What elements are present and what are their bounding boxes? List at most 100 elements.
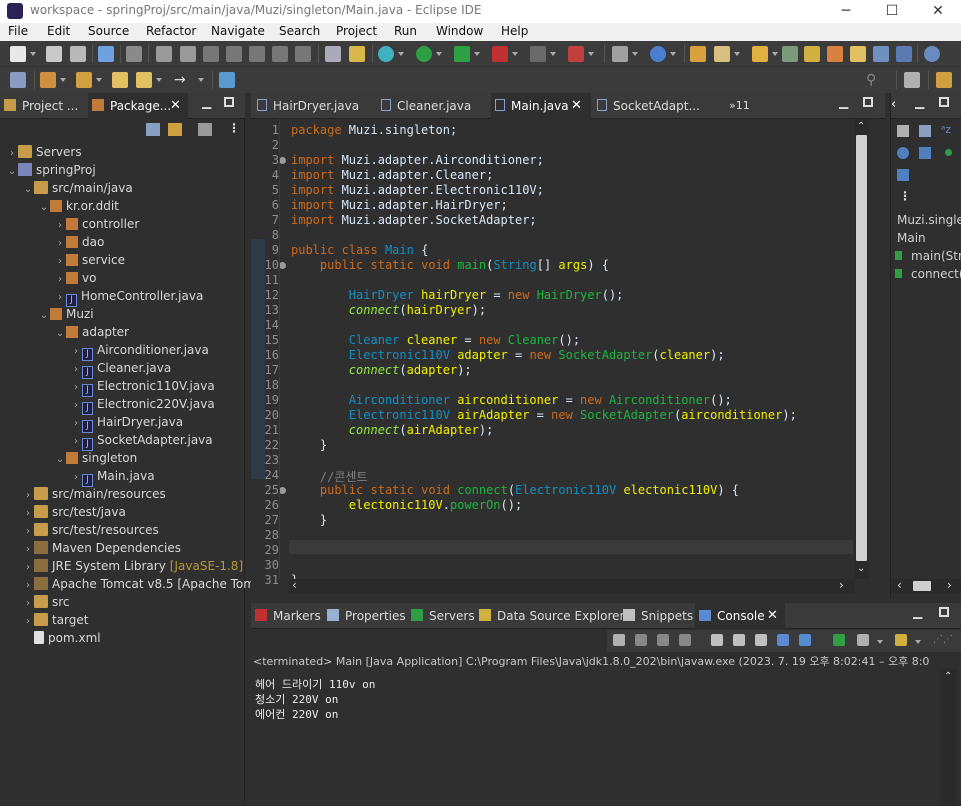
close-tab-icon[interactable]: ✕ bbox=[170, 93, 181, 119]
tree-item[interactable]: ⌄ kr.or.ddit bbox=[38, 197, 119, 215]
chevron-down-icon[interactable]: ⌄ bbox=[38, 199, 50, 217]
gear-run-icon[interactable] bbox=[10, 72, 26, 88]
tab-snippets[interactable]: Snippets bbox=[623, 603, 693, 629]
minimize-view-icon[interactable]: ▁ bbox=[202, 95, 211, 109]
step-return-icon[interactable] bbox=[295, 46, 311, 62]
menu-search[interactable]: Search bbox=[279, 24, 320, 38]
outline-hscrollbar[interactable]: ‹ › bbox=[891, 578, 961, 593]
scroll-right-icon[interactable]: › bbox=[839, 578, 844, 592]
console-scrollbar[interactable]: ⌃ bbox=[941, 669, 957, 806]
debug-icon[interactable] bbox=[378, 46, 394, 62]
globe-icon[interactable] bbox=[924, 46, 940, 62]
coverage-icon[interactable] bbox=[492, 46, 508, 62]
minimize-outline-icon[interactable]: ▁ bbox=[915, 95, 924, 109]
step-over-icon[interactable] bbox=[272, 46, 288, 62]
save-icon[interactable] bbox=[46, 46, 62, 62]
clear-console-icon[interactable] bbox=[711, 634, 723, 646]
horizontal-scrollbar[interactable]: ‹ › bbox=[289, 578, 854, 593]
tree-item[interactable]: › src bbox=[22, 593, 70, 611]
remove-all-icon[interactable] bbox=[679, 634, 691, 646]
outline-class[interactable]: Main bbox=[897, 231, 926, 245]
remove-launch-icon[interactable] bbox=[657, 634, 669, 646]
resume-icon[interactable] bbox=[156, 46, 172, 62]
highlight-icon[interactable] bbox=[804, 46, 820, 62]
task-icon[interactable] bbox=[349, 46, 365, 62]
hide-nonpublic-icon[interactable] bbox=[919, 147, 931, 159]
tree-item[interactable]: › JRE System Library [JavaSE-1.8] bbox=[22, 557, 243, 575]
tab-data-source-explorer[interactable]: Data Source Explorer bbox=[479, 603, 624, 629]
maximize-view-icon[interactable] bbox=[224, 97, 234, 107]
open-console-icon[interactable] bbox=[895, 634, 907, 646]
close-icon[interactable]: ✕ bbox=[915, 0, 961, 23]
terminate-console-icon[interactable] bbox=[635, 634, 647, 646]
tree-item[interactable]: ⌄ src/main/java bbox=[22, 179, 133, 197]
tree-item[interactable]: › src/test/resources bbox=[22, 521, 159, 539]
sort-az-icon[interactable]: ᵃz bbox=[941, 123, 951, 136]
scroll-lock-icon[interactable] bbox=[733, 634, 745, 646]
java-ee-perspective-icon[interactable] bbox=[936, 72, 952, 88]
run-server-icon[interactable] bbox=[454, 46, 470, 62]
last-edit-icon[interactable] bbox=[112, 72, 128, 88]
show-stdout-icon[interactable] bbox=[777, 634, 789, 646]
back-icon[interactable] bbox=[136, 72, 152, 88]
tab-socketadapter-java[interactable]: SocketAdapt... bbox=[597, 93, 709, 119]
tree-item[interactable]: › J HomeController.java bbox=[54, 287, 203, 307]
scroll-left-icon[interactable]: ‹ bbox=[897, 578, 902, 592]
outline-tab-chevron-icon[interactable]: ‹ bbox=[891, 97, 896, 112]
code-area[interactable]: 1 package Muzi.singleton; 2 3 import Muzi.ad… bbox=[251, 119, 851, 587]
minimize-console-icon[interactable]: ▁ bbox=[913, 605, 922, 619]
scroll-left-icon[interactable]: ‹ bbox=[292, 578, 297, 592]
hide-static-icon[interactable] bbox=[897, 147, 909, 159]
rerun-icon[interactable] bbox=[613, 634, 625, 646]
view-menu-icon[interactable]: ⋮ bbox=[228, 121, 240, 135]
tree-item[interactable]: › J Electronic220V.java bbox=[70, 395, 215, 415]
collapse-all-icon[interactable] bbox=[146, 123, 160, 136]
fold-icon[interactable] bbox=[279, 487, 286, 494]
tree-item[interactable]: › vo bbox=[54, 269, 96, 287]
maximize-outline-icon[interactable] bbox=[939, 97, 949, 107]
tree-item[interactable]: ⌄ springProj bbox=[6, 161, 96, 179]
tab-properties[interactable]: Properties bbox=[327, 603, 407, 629]
menu-source[interactable]: Source bbox=[88, 24, 129, 38]
tree-item[interactable]: pom.xml bbox=[22, 629, 101, 647]
new-server-icon[interactable] bbox=[612, 46, 628, 62]
scroll-up-icon[interactable]: ⌃ bbox=[857, 121, 865, 132]
edit-icon[interactable] bbox=[827, 46, 843, 62]
menu-file[interactable]: File bbox=[8, 24, 28, 38]
outline-method-main[interactable]: main(Str bbox=[911, 249, 961, 263]
new-icon[interactable] bbox=[10, 46, 26, 62]
disconnect-icon[interactable] bbox=[226, 46, 242, 62]
outline-sort-icon[interactable] bbox=[897, 125, 909, 137]
tab-markers[interactable]: Markers bbox=[255, 603, 325, 629]
pin-editor-icon[interactable] bbox=[219, 72, 235, 88]
vertical-scrollbar[interactable]: ⌃ ⌄ bbox=[854, 119, 869, 579]
scroll-right-icon[interactable]: › bbox=[947, 578, 952, 592]
chevron-down-icon[interactable]: ⌄ bbox=[38, 307, 50, 325]
skip-breakpoints-icon[interactable] bbox=[126, 46, 142, 62]
open-folder-icon[interactable] bbox=[690, 46, 706, 62]
tab-cleaner-java[interactable]: Cleaner.java bbox=[381, 93, 487, 119]
tree-item[interactable]: › J Electronic110V.java bbox=[70, 377, 215, 397]
show-stderr-icon[interactable] bbox=[799, 634, 811, 646]
tree-item[interactable]: › src/main/resources bbox=[22, 485, 166, 503]
run-icon[interactable] bbox=[416, 46, 432, 62]
chevron-down-icon[interactable]: ⌄ bbox=[54, 325, 66, 343]
tree-item[interactable]: › Servers bbox=[6, 143, 82, 161]
menu-navigate[interactable]: Navigate bbox=[211, 24, 265, 38]
forward-icon[interactable]: → bbox=[174, 72, 190, 88]
search-icon[interactable]: ⚲ bbox=[866, 72, 882, 88]
external-tools-icon[interactable] bbox=[568, 46, 584, 62]
close-tab-icon[interactable]: ✕ bbox=[767, 603, 778, 629]
tab-console[interactable]: Console ✕ bbox=[695, 603, 785, 629]
maximize-icon[interactable]: ☐ bbox=[869, 0, 915, 23]
console-output[interactable]: 헤어 드라이기 110v on 청소기 220V on 에어컨 220V on bbox=[255, 677, 375, 722]
hide-fields-icon[interactable] bbox=[919, 125, 931, 137]
tree-item[interactable]: › src/test/java bbox=[22, 503, 126, 521]
step-into-icon[interactable] bbox=[249, 46, 265, 62]
more-tabs-button[interactable]: »11 bbox=[729, 93, 759, 119]
tab-hairdryer-java[interactable]: HairDryer.java bbox=[257, 93, 375, 119]
link-editor-icon[interactable] bbox=[168, 123, 182, 136]
menu-run[interactable]: Run bbox=[394, 24, 417, 38]
tab-main-java[interactable]: Main.java ✕ bbox=[491, 93, 591, 119]
fold-icon[interactable] bbox=[279, 157, 286, 164]
